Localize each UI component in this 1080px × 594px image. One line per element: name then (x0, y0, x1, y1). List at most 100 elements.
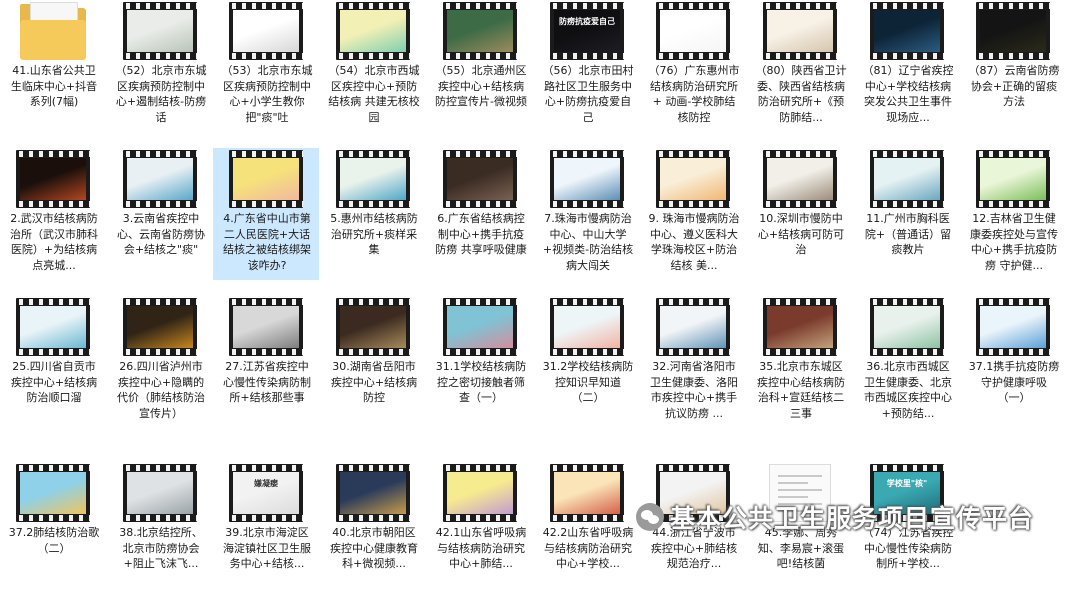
file-name: （80）陕西省卫计委、陕西省结核病防治研究所+《预防肺结... (755, 64, 847, 124)
folder-icon (20, 2, 86, 60)
file-item[interactable]: 9. 珠海市慢病防治中心、遵义医科大学珠海校区+防治结核 美... (640, 148, 746, 280)
file-item[interactable]: （76）广东惠州市结核病防治研究所+ 动画-学校肺结核防控 (640, 0, 746, 132)
video-thumbnail (656, 2, 730, 60)
file-name: 11.广州市胸科医院+（普通话）留痰教片 (864, 212, 952, 256)
file-item[interactable]: （80）陕西省卫计委、陕西省结核病防治研究所+《预防肺结... (747, 0, 853, 132)
file-item[interactable]: 31.2学校结核病防控知识早知道（二） (534, 296, 640, 428)
file-item[interactable]: 30.湖南省岳阳市疾控中心+结核病防控 (320, 296, 426, 428)
file-item[interactable]: 32.河南省洛阳市卫生健康委、洛阳市疾控中心+携手抗议防痨 ... (640, 296, 746, 428)
file-item[interactable]: 6.广东省结核病控制中心+携手抗疫防痨 共享呼吸健康 (427, 148, 533, 280)
video-frame: 防痨抗疫爱自己 (554, 10, 620, 52)
file-name: （53）北京市东城区疾病预防控制中心+小学生教你把"痰"吐 (221, 64, 313, 124)
film-strip-icon: 防痨抗疫爱自己 (550, 2, 624, 60)
file-item[interactable]: （54）北京市西城区疾控中心+预防结核病 共建无核校园 (320, 0, 426, 132)
file-item[interactable]: （87）云南省防痨协会+正确的留痰方法 (960, 0, 1066, 132)
file-name: 2.武汉市结核病防治所（武汉市肺科医院）+为结核病点亮城... (10, 212, 98, 272)
video-thumbnail (123, 298, 197, 356)
film-strip-icon (16, 298, 90, 356)
film-strip-icon (976, 2, 1050, 60)
video-frame (660, 10, 726, 52)
video-frame (340, 306, 406, 348)
file-name: 35.北京市东城区疾控中心结核病防治科+宣廷结核二三事 (757, 360, 845, 420)
film-strip-icon (976, 298, 1050, 356)
file-item[interactable]: （81）辽宁省疾控中心+学校结核病突发公共卫生事件现场应... (854, 0, 960, 132)
file-item[interactable]: （52）北京市东城区疾病预防控制中心+遏制结核-防痨话 (107, 0, 213, 132)
file-item[interactable]: （53）北京市东城区疾病预防控制中心+小学生教你把"痰"吐 (213, 0, 319, 132)
film-strip-icon (123, 150, 197, 208)
film-strip-icon (123, 298, 197, 356)
video-thumbnail (976, 2, 1050, 60)
file-name: 3.云南省疾控中心、云南省防痨协会+结核之"痰" (117, 212, 205, 256)
file-item[interactable]: 防痨抗疫爱自己 （56）北京市田村路社区卫生服务中心+防痨抗疫爱自己 (534, 0, 640, 132)
film-strip-icon (656, 298, 730, 356)
file-item[interactable]: 42.1山东省呼吸病与结核病防治研究中心+肺结... (427, 462, 533, 594)
video-frame (127, 10, 193, 52)
file-item[interactable]: 12.吉林省卫生健康委疾控处与宣传中心+携手抗疫防痨 守护健... (960, 148, 1066, 280)
video-frame (127, 472, 193, 514)
file-name: （81）辽宁省疾控中心+学校结核病突发公共卫生事件现场应... (862, 64, 954, 124)
film-strip-icon: 嫌凝瘘 (229, 464, 303, 522)
file-name: 9. 珠海市慢病防治中心、遵义医科大学珠海校区+防治结核 美... (648, 212, 740, 272)
file-name: （87）云南省防痨协会+正确的留痰方法 (968, 64, 1060, 108)
video-frame (767, 158, 833, 200)
video-thumbnail (550, 464, 624, 522)
video-thumbnail (16, 464, 90, 522)
file-name: 7.珠海市慢病防治中心、中山大学+视频类-防治结核病大闯关 (542, 212, 634, 272)
file-name: 41.山东省公共卫生临床中心+抖音系列(7幅) (10, 64, 98, 108)
video-thumbnail (763, 298, 837, 356)
file-item[interactable]: 10.深圳市慢防中心+结核病可防可治 (747, 148, 853, 280)
video-thumbnail (123, 2, 197, 60)
file-item[interactable]: 11.广州市胸科医院+（普通话）留痰教片 (854, 148, 960, 280)
file-item[interactable]: 嫌凝瘘 39.北京市海淀区海淀镇社区卫生服务中心+结核... (213, 462, 319, 594)
file-item[interactable]: 5.惠州市结核病防治研究所+痰样采集 (320, 148, 426, 280)
file-item[interactable]: 37.2肺结核防治歌（二） (0, 462, 106, 594)
file-name: 42.2山东省呼吸病与结核病防治研究中心+学校... (542, 526, 634, 570)
video-frame (447, 10, 513, 52)
film-strip-icon (763, 2, 837, 60)
video-frame (767, 306, 833, 348)
file-name: 12.吉林省卫生健康委疾控处与宣传中心+携手抗疫防痨 守护健... (970, 212, 1058, 272)
video-frame (554, 158, 620, 200)
file-item[interactable]: 7.珠海市慢病防治中心、中山大学+视频类-防治结核病大闯关 (534, 148, 640, 280)
file-item[interactable]: 40.北京市朝阳区疾控中心健康教育科+微视频... (320, 462, 426, 594)
film-strip-icon (123, 2, 197, 60)
file-name: （52）北京市东城区疾病预防控制中心+遏制结核-防痨话 (115, 64, 207, 124)
file-item[interactable]: 35.北京市东城区疾控中心结核病防治科+宣廷结核二三事 (747, 296, 853, 428)
video-frame (874, 158, 940, 200)
file-grid: 41.山东省公共卫生临床中心+抖音系列(7幅) （52）北京市东城区疾病预防控制中… (0, 0, 1080, 570)
file-name: 6.广东省结核病控制中心+携手抗疫防痨 共享呼吸健康 (435, 212, 527, 256)
file-item[interactable]: 2.武汉市结核病防治所（武汉市肺科医院）+为结核病点亮城... (0, 148, 106, 280)
file-item[interactable]: 3.云南省疾控中心、云南省防痨协会+结核之"痰" (107, 148, 213, 280)
file-item[interactable]: 27.江苏省疾控中心慢性传染病防制所+结核那些事 (213, 296, 319, 428)
file-item[interactable]: 42.2山东省呼吸病与结核病防治研究中心+学校... (534, 462, 640, 594)
video-frame: 嫌凝瘘 (233, 472, 299, 514)
file-item[interactable]: 4.广东省中山市第二人民医院+大话结核之被结核绑架该咋办? (213, 148, 319, 280)
film-strip-icon (229, 298, 303, 356)
video-frame (340, 472, 406, 514)
file-item[interactable]: 25.四川省自贡市疾控中心+结核病防治顺口溜 (0, 296, 106, 428)
file-item[interactable]: 31.1学校结核病防控之密切接触者筛查（一） (427, 296, 533, 428)
file-item[interactable]: 36.北京市西城区卫生健康委、北京市西城区疾控中心+预防结... (854, 296, 960, 428)
video-thumbnail (870, 150, 944, 208)
file-name: 31.1学校结核病防控之密切接触者筛查（一） (435, 360, 527, 404)
file-item[interactable]: （55）北京通州区疾控中心+结核病防控宣传片-微视频 (427, 0, 533, 132)
video-thumbnail (123, 150, 197, 208)
file-name: 39.北京市海淀区海淀镇社区卫生服务中心+结核... (223, 526, 311, 570)
video-thumbnail (976, 150, 1050, 208)
video-thumbnail (229, 2, 303, 60)
video-thumbnail: 嫌凝瘘 (229, 464, 303, 522)
file-item[interactable]: 38.北京结控所、北京市防痨协会+阻止飞沫飞... (107, 462, 213, 594)
film-strip-icon (976, 150, 1050, 208)
video-frame (340, 158, 406, 200)
file-name: 38.北京结控所、北京市防痨协会+阻止飞沫飞... (119, 526, 203, 570)
video-frame (233, 158, 299, 200)
video-thumbnail (123, 464, 197, 522)
film-strip-icon (443, 298, 517, 356)
file-item[interactable]: 26.四川省泸州市疾控中心+隐瞒的代价（肺结核防治宣传片） (107, 296, 213, 428)
file-item[interactable]: 37.1携手抗疫防痨守护健康呼吸（一） (960, 296, 1066, 428)
video-thumbnail (336, 298, 410, 356)
file-item[interactable]: 41.山东省公共卫生临床中心+抖音系列(7幅) (0, 0, 106, 132)
video-thumbnail (229, 150, 303, 208)
film-strip-icon (550, 150, 624, 208)
watermark: 基本公共卫生服务项目宣传平台 (636, 498, 1034, 536)
